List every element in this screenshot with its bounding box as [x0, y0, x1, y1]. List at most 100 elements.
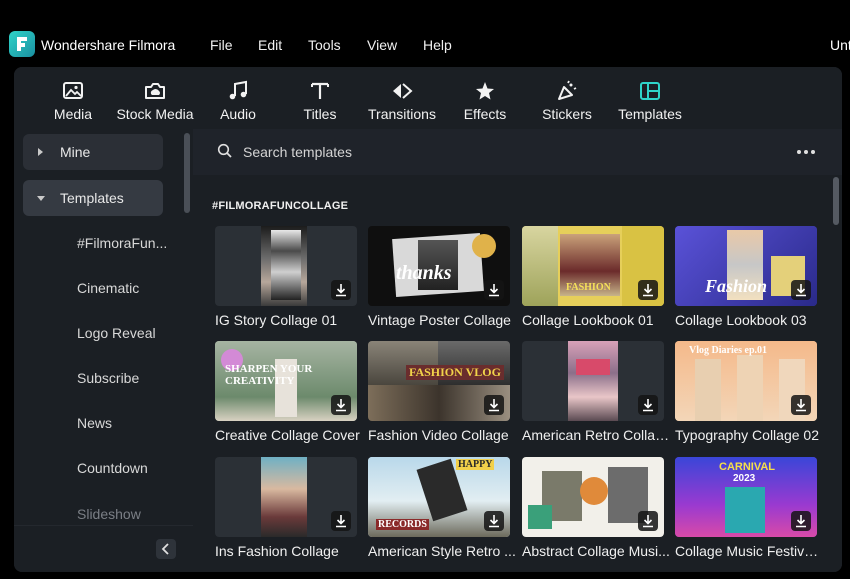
thumb-text: RECORDS	[376, 519, 429, 530]
template-label: Collage Music Festival...	[675, 543, 823, 559]
template-thumbnail: Fashion	[675, 226, 817, 306]
template-thumbnail: Vlog Diaries ep.01	[675, 341, 817, 421]
download-icon[interactable]	[484, 280, 504, 300]
menu-file[interactable]: File	[210, 37, 233, 53]
download-icon[interactable]	[484, 395, 504, 415]
template-thumbnail: HAPPY RECORDS	[368, 457, 510, 537]
template-thumbnail: CARNIVAL 2023	[675, 457, 817, 537]
content-scrollbar[interactable]	[833, 177, 839, 225]
more-options-icon[interactable]	[797, 150, 817, 156]
effects-icon	[473, 79, 497, 103]
stock-media-icon	[143, 79, 167, 103]
thumb-text: CARNIVAL	[719, 461, 776, 473]
template-thumbnail: SHARPEN YOUR CREATIVITY	[215, 341, 357, 421]
template-label: Ins Fashion Collage	[215, 543, 339, 559]
tool-label: Templates	[618, 106, 682, 122]
media-icon	[61, 79, 85, 103]
sidebar-divider	[14, 525, 193, 526]
menu-tools[interactable]: Tools	[308, 37, 341, 53]
sidebar-item-subscribe[interactable]: Subscribe	[77, 370, 139, 386]
tool-label: Stock Media	[116, 106, 194, 122]
template-thumbnail	[215, 226, 357, 306]
tool-stickers[interactable]: Stickers	[536, 67, 598, 129]
download-icon[interactable]	[331, 511, 351, 531]
tool-titles[interactable]: Titles	[290, 67, 350, 129]
tool-label: Stickers	[542, 106, 592, 122]
menu-edit[interactable]: Edit	[258, 37, 282, 53]
thumb-text: Fashion	[705, 276, 768, 296]
templates-panel: #FILMORAFUNCOLLAGE IG Story Collage 01 t…	[193, 129, 842, 572]
template-label: Vintage Poster Collage	[368, 312, 511, 328]
thumb-text: FASHION	[566, 282, 611, 293]
search-bar	[193, 129, 842, 175]
chevron-left-icon	[161, 543, 169, 555]
download-icon[interactable]	[791, 511, 811, 531]
download-icon[interactable]	[791, 395, 811, 415]
template-thumbnail: FASHION VLOG	[368, 341, 510, 421]
filmora-logo-icon	[9, 31, 35, 57]
tool-templates[interactable]: Templates	[614, 67, 686, 129]
template-label: Collage Lookbook 03	[675, 312, 807, 328]
tool-label: Titles	[303, 106, 337, 122]
download-icon[interactable]	[638, 511, 658, 531]
tool-media[interactable]: Media	[42, 67, 104, 129]
menu-view[interactable]: View	[367, 37, 397, 53]
music-note-icon	[226, 79, 250, 103]
sidebar-item-countdown[interactable]: Countdown	[77, 460, 148, 476]
download-icon[interactable]	[331, 395, 351, 415]
main-window: Media Stock Media Audio Titles Transitio…	[14, 67, 842, 572]
tool-label: Media	[53, 106, 93, 122]
tool-stock-media[interactable]: Stock Media	[114, 67, 196, 129]
tool-label: Effects	[463, 106, 507, 122]
template-label: American Style Retro ...	[368, 543, 516, 559]
thumb-text: 2023	[733, 473, 756, 484]
template-thumbnail	[215, 457, 357, 537]
sidebar: Mine Templates #FilmoraFun... Cinematic …	[14, 129, 193, 572]
toolbar: Media Stock Media Audio Titles Transitio…	[14, 67, 842, 129]
template-label: Creative Collage Cover	[215, 427, 360, 443]
tool-label: Transitions	[368, 106, 436, 122]
template-label: Fashion Video Collage	[368, 427, 509, 443]
template-thumbnail: FASHION	[522, 226, 664, 306]
sidebar-item-filmorafun[interactable]: #FilmoraFun...	[77, 235, 167, 251]
thumb-text: SHARPEN YOUR CREATIVITY	[225, 363, 313, 387]
download-icon[interactable]	[484, 511, 504, 531]
title-bar: Wondershare Filmora File Edit Tools View…	[0, 0, 850, 66]
collapse-sidebar-button[interactable]	[156, 539, 176, 559]
download-icon[interactable]	[791, 280, 811, 300]
sidebar-item-news[interactable]: News	[77, 415, 112, 431]
tool-effects[interactable]: Effects	[454, 67, 516, 129]
app-name: Wondershare Filmora	[41, 37, 176, 53]
templates-icon	[638, 79, 662, 103]
sidebar-group-label: Templates	[60, 190, 124, 206]
download-icon[interactable]	[638, 280, 658, 300]
template-thumbnail	[522, 457, 664, 537]
download-icon[interactable]	[331, 280, 351, 300]
titles-icon	[308, 79, 332, 103]
tool-label: Audio	[220, 106, 256, 122]
thumb-text: HAPPY	[456, 459, 495, 470]
download-icon[interactable]	[638, 395, 658, 415]
search-input[interactable]	[243, 141, 563, 163]
thumb-text: FASHION VLOG	[406, 365, 504, 380]
template-thumbnail: thanks	[368, 226, 510, 306]
sidebar-scrollbar[interactable]	[184, 133, 190, 213]
sidebar-group-mine[interactable]: Mine	[23, 134, 163, 170]
template-thumbnail	[522, 341, 664, 421]
thumb-text: thanks	[396, 262, 452, 284]
tool-audio[interactable]: Audio	[208, 67, 268, 129]
chevron-down-icon	[37, 196, 45, 201]
chevron-right-icon	[38, 148, 43, 156]
sidebar-item-logo-reveal[interactable]: Logo Reveal	[77, 325, 156, 341]
stickers-icon	[555, 79, 579, 103]
menu-help[interactable]: Help	[423, 37, 452, 53]
sidebar-group-templates[interactable]: Templates	[23, 180, 163, 216]
tool-transitions[interactable]: Transitions	[364, 67, 440, 129]
transitions-icon	[390, 79, 414, 103]
thumb-text: Vlog Diaries ep.01	[689, 345, 768, 356]
sidebar-item-cinematic[interactable]: Cinematic	[77, 280, 139, 296]
template-label: American Retro Collag...	[522, 427, 670, 443]
sidebar-item-slideshow[interactable]: Slideshow	[77, 506, 141, 522]
section-title: #FILMORAFUNCOLLAGE	[212, 200, 349, 212]
template-label: Typography Collage 02	[675, 427, 819, 443]
